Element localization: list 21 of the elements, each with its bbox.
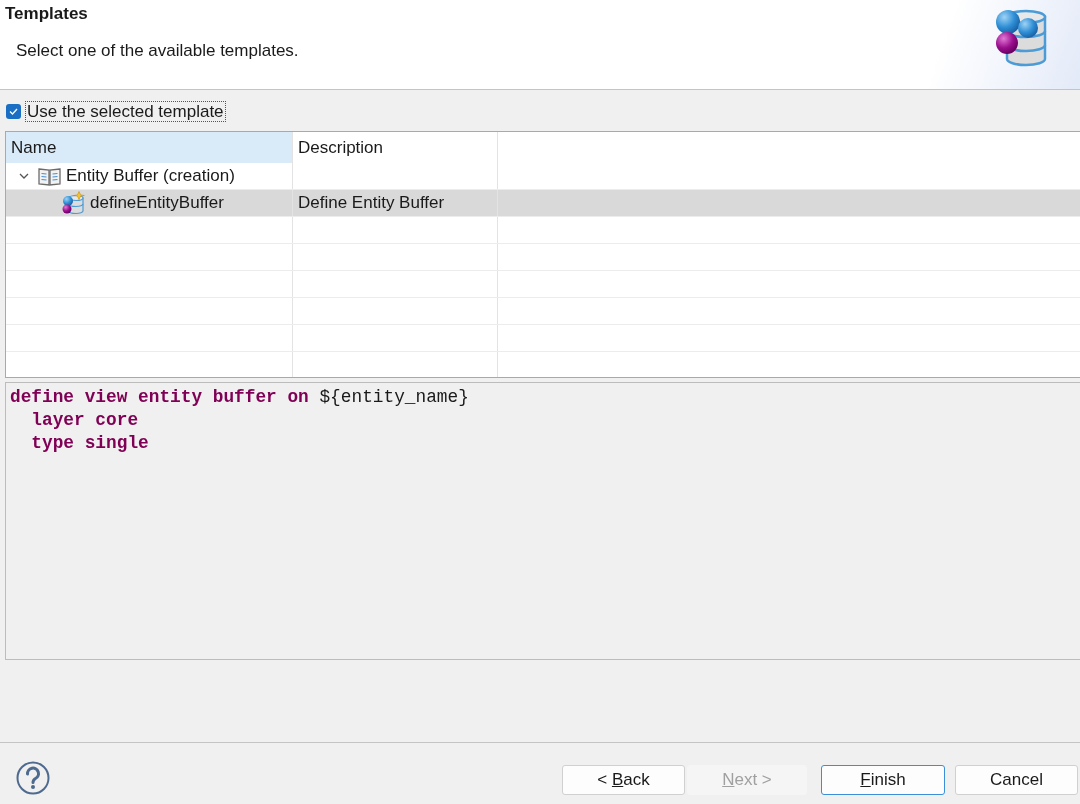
help-icon[interactable] [16,761,50,795]
code-line: define view entity buffer on ${entity_name} [10,386,469,409]
back-button[interactable]: < Back [562,765,685,795]
table-row[interactable]: Entity Buffer (creation) [6,163,1080,190]
checkbox-label[interactable]: Use the selected template [25,101,226,122]
code-line: type single [30,432,149,455]
book-icon [38,166,61,186]
table-row[interactable]: defineEntityBuffer Define Entity Buffer [6,190,1080,217]
checkbox[interactable] [6,104,21,119]
page-title: Templates [5,3,89,25]
finish-button[interactable]: Finish [821,765,945,795]
tree-item-label: Entity Buffer (creation) [66,165,235,188]
code-line: layer core [30,409,139,432]
database-spheres-icon [61,191,85,215]
page-message: Select one of the available templates. [16,40,299,62]
table-cell-text: Define Entity Buffer [298,192,445,215]
cancel-button[interactable]: Cancel [955,765,1078,795]
checkmark-icon [9,108,18,115]
column-header[interactable]: Name [6,132,293,163]
chevron-down-icon[interactable] [19,171,29,181]
tree-item-label: defineEntityBuffer [90,192,224,215]
